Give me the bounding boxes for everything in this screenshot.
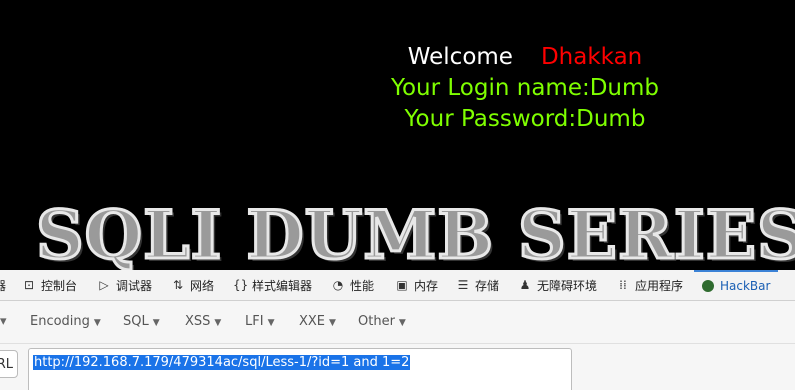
tab-label: 器	[0, 278, 7, 293]
tab-label: 存储	[475, 278, 500, 293]
menu-label: SQL	[123, 314, 149, 329]
storage-icon: ☰	[457, 278, 469, 292]
chevron-down-icon: ▼	[214, 318, 222, 328]
password-text: Your Password:Dumb	[404, 106, 646, 132]
menu-label: XSS	[185, 314, 211, 329]
load-url-button[interactable]: RL	[0, 350, 18, 378]
menu-xxe[interactable]: XXE ▼	[299, 314, 336, 329]
debugger-icon: ▷	[99, 278, 109, 292]
welcome-line: Welcome Dhakkan	[0, 44, 795, 70]
tab-accessibility[interactable]: ♟ 无障碍环境	[518, 270, 597, 300]
menu-encoding[interactable]: Encoding ▼	[30, 314, 101, 329]
application-icon: ⁞⁞	[619, 278, 627, 292]
tab-console[interactable]: ⊡ 控制台	[22, 270, 77, 300]
tab-debugger[interactable]: ▷ 调试器	[97, 270, 152, 300]
tab-memory[interactable]: ▣ 内存	[395, 270, 438, 300]
console-icon: ⊡	[23, 278, 35, 292]
url-input[interactable]: http://192.168.7.179/479314ac/sql/Less-1…	[28, 348, 572, 390]
menu-xss[interactable]: XSS ▼	[185, 314, 221, 329]
user-name-text: Dhakkan	[540, 44, 643, 70]
tab-style-editor[interactable]: {} 样式编辑器	[233, 270, 312, 300]
url-value[interactable]: http://192.168.7.179/479314ac/sql/Less-1…	[33, 355, 411, 370]
tab-hackbar[interactable]: HackBar	[694, 270, 779, 300]
chevron-down-icon[interactable]: ▾	[0, 314, 7, 329]
tab-label: 调试器	[116, 278, 153, 293]
performance-icon: ◔	[332, 278, 344, 292]
tab-inspector[interactable]: 器	[0, 270, 6, 300]
tab-performance[interactable]: ◔ 性能	[331, 270, 374, 300]
page-content: Welcome Dhakkan Your Login name:Dumb Your…	[0, 0, 795, 276]
welcome-text: Welcome	[407, 44, 513, 70]
chevron-down-icon: ▼	[329, 318, 336, 328]
hackbar-icon	[702, 280, 714, 292]
tab-application[interactable]: ⁞⁞ 应用程序	[616, 270, 683, 300]
login-name-text: Your Login name:Dumb	[390, 75, 660, 101]
tab-label: 应用程序	[635, 278, 684, 293]
menu-sql[interactable]: SQL ▼	[123, 314, 160, 329]
devtools-toolbar: 器 ⊡ 控制台 ▷ 调试器 ⇅ 网络 {} 样式编辑器 ◔ 性能 ▣ 内存 ☰ …	[0, 270, 795, 301]
chevron-down-icon: ▼	[267, 318, 275, 328]
hackbar-url-area: RL http://192.168.7.179/479314ac/sql/Les…	[0, 344, 795, 390]
menu-label: XXE	[299, 314, 326, 329]
tab-label: 控制台	[41, 278, 78, 293]
tab-label: 样式编辑器	[252, 278, 313, 293]
menu-other[interactable]: Other ▼	[358, 314, 406, 329]
menu-label: LFI	[245, 314, 264, 329]
network-icon: ⇅	[172, 278, 184, 292]
tab-network[interactable]: ⇅ 网络	[171, 270, 214, 300]
menu-lfi[interactable]: LFI ▼	[245, 314, 274, 329]
tab-label: 内存	[414, 278, 439, 293]
tab-label: HackBar	[720, 279, 771, 293]
menu-label: Other	[358, 314, 395, 329]
accessibility-icon: ♟	[519, 278, 531, 292]
browser-window: Welcome Dhakkan Your Login name:Dumb Your…	[0, 0, 795, 390]
chevron-down-icon: ▼	[152, 318, 160, 328]
tab-label: 网络	[190, 278, 215, 293]
chevron-down-icon: ▼	[398, 318, 406, 328]
tab-storage[interactable]: ☰ 存储	[456, 270, 499, 300]
tab-label: 性能	[350, 278, 375, 293]
series-banner: SQLI DUMB SERIES	[35, 195, 795, 276]
hackbar-menu-bar: ▾ Encoding ▼ SQL ▼ XSS ▼ LFI ▼ XXE ▼ Other ▼	[0, 301, 795, 344]
memory-icon: ▣	[396, 278, 408, 292]
menu-label: Encoding	[30, 314, 90, 329]
style-editor-icon: {}	[233, 278, 249, 292]
tab-label: 无障碍环境	[537, 278, 598, 293]
chevron-down-icon: ▼	[93, 318, 101, 328]
